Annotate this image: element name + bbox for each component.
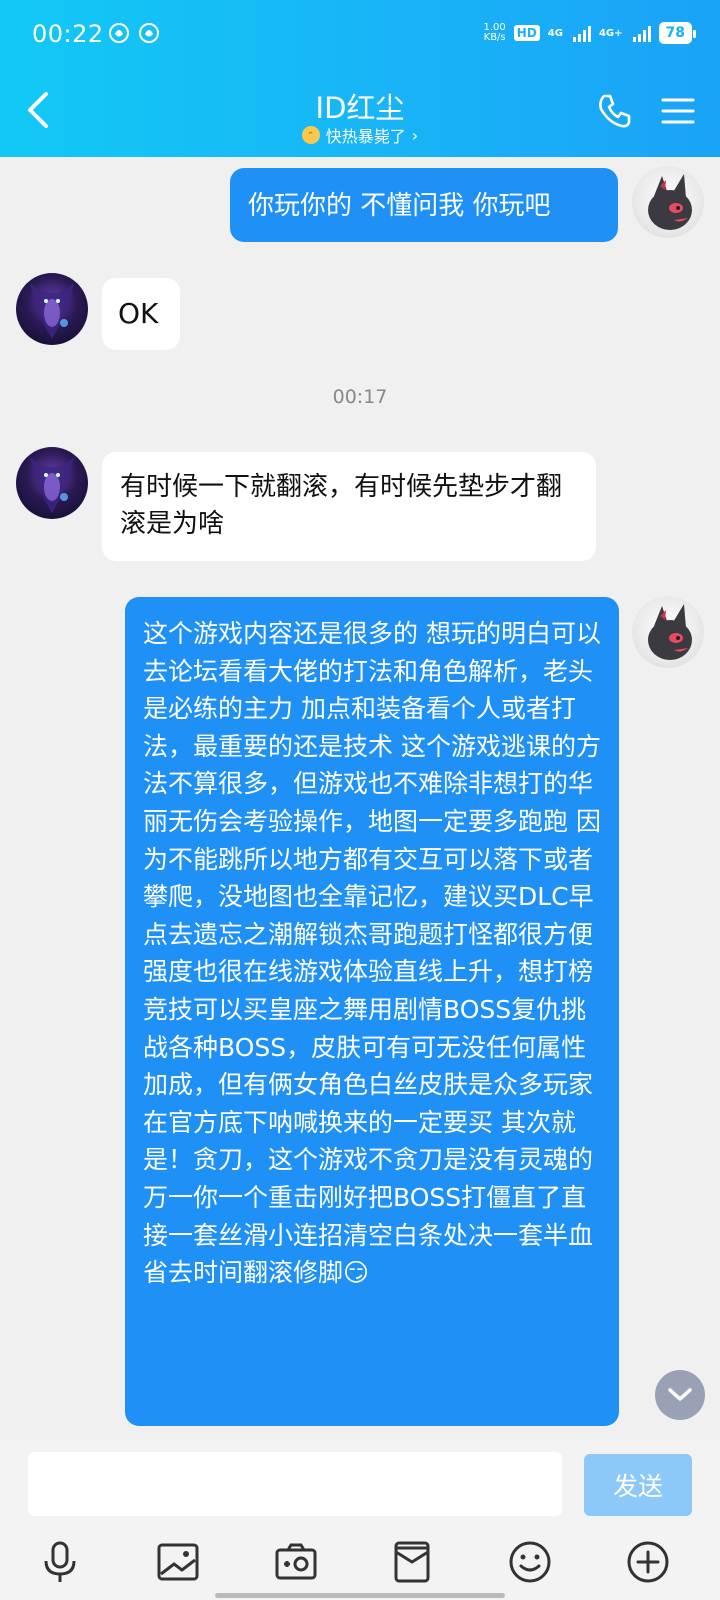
message-text: 这个游戏内容还是很多的 想玩的明白可以去论坛看看大佬的打法和角色解析，老头是必练…: [143, 619, 601, 1288]
self-avatar-image: [648, 174, 692, 230]
hd-badge: HD: [513, 25, 540, 41]
message-composer: 发送: [0, 1440, 720, 1600]
self-avatar[interactable]: [632, 596, 704, 668]
signal-icon: [632, 24, 651, 42]
chevron-down-icon: [668, 1388, 692, 1401]
notification-icons: [108, 22, 160, 44]
voice-button[interactable]: [32, 1534, 88, 1590]
emoji-icon: [509, 1541, 551, 1583]
more-button[interactable]: [620, 1534, 676, 1590]
camera-button[interactable]: [268, 1534, 324, 1590]
sim2-label: 4G+: [598, 27, 623, 39]
message-bubble-outgoing[interactable]: 这个游戏内容还是很多的 想玩的明白可以去论坛看看大佬的打法和角色解析，老头是必练…: [125, 597, 619, 1426]
battery-indicator: 78: [658, 22, 697, 44]
status-text: 快热暴毙了: [325, 127, 406, 146]
message-input[interactable]: [28, 1452, 562, 1516]
scroll-to-bottom-button[interactable]: [655, 1370, 705, 1420]
message-timestamp: 00:17: [332, 386, 388, 408]
contact-avatar-image: [30, 283, 74, 339]
message-bubble-incoming[interactable]: 有时候一下就翻滚，有时候先垫步才翻滚是为啥: [102, 452, 596, 561]
red-packet-icon: [394, 1541, 430, 1583]
network-speed: 1.00 KB/s: [483, 22, 506, 43]
status-bar: 00:22 1.00 KB/s HD 4G 4G+ 78: [0, 0, 720, 70]
send-button[interactable]: 发送: [584, 1454, 692, 1516]
message-bubble-outgoing[interactable]: 你玩你的 不懂问我 你玩吧: [230, 168, 618, 242]
self-avatar-image: [648, 604, 692, 660]
contact-avatar[interactable]: [16, 447, 88, 519]
camera-icon: [275, 1543, 317, 1580]
sim1-label: 4G: [547, 27, 563, 39]
status-emoji-icon: ᵔ: [301, 126, 320, 144]
system-status: 1.00 KB/s HD 4G 4G+ 78: [483, 22, 697, 44]
self-avatar[interactable]: [632, 166, 704, 238]
app-notification-icon: [109, 23, 129, 43]
microphone-icon: [44, 1541, 76, 1582]
menu-button[interactable]: [660, 93, 696, 129]
chat-header: 00:22 1.00 KB/s HD 4G 4G+ 78 ID红尘 ᵔ 快热暴毙…: [0, 0, 720, 157]
status-time: 00:22: [32, 20, 104, 48]
composer-toolbar: [0, 1530, 720, 1594]
call-button[interactable]: [594, 91, 634, 131]
emoji-button[interactable]: [502, 1534, 558, 1590]
contact-avatar[interactable]: [16, 273, 88, 345]
image-icon: [157, 1543, 199, 1581]
app-notification-icon: [139, 23, 159, 43]
red-packet-button[interactable]: [384, 1534, 440, 1590]
message-bubble-incoming[interactable]: OK: [102, 278, 180, 350]
navigation-bar: ID红尘 ᵔ 快热暴毙了 ›: [0, 75, 720, 155]
signal-icon: [572, 24, 591, 42]
smirk-emoji-icon: 😏: [343, 1258, 370, 1288]
home-indicator[interactable]: [215, 1593, 505, 1598]
phone-icon: [599, 94, 631, 128]
contact-avatar-image: [30, 457, 74, 513]
hamburger-menu-icon: [661, 98, 695, 124]
chevron-right-icon: ›: [411, 125, 419, 145]
gallery-button[interactable]: [150, 1534, 206, 1590]
plus-icon: [627, 1541, 669, 1583]
